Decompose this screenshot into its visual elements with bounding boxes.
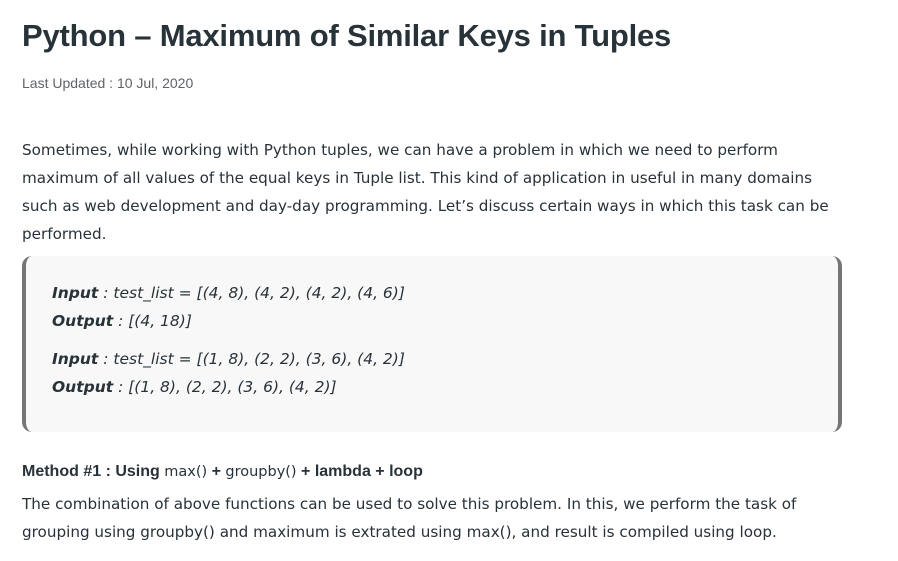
output-value: : [(1, 8), (2, 2), (3, 6), (4, 2)] [113,378,337,396]
method-heading: Method #1 : Using max() + groupby() + la… [22,463,423,481]
output-value: : [(4, 18)] [113,312,192,330]
intro-paragraph: Sometimes, while working with Python tup… [22,141,829,243]
last-updated: Last Updated : 10 Jul, 2020 [22,75,194,91]
method-description: The combination of above functions can b… [22,495,797,541]
input-value: : test_list = [(1, 8), (2, 2), (3, 6), (… [98,350,405,368]
method-heading-plus: + [207,463,226,480]
example-1-output: Output : [(4, 18)] [52,312,192,330]
output-label: Output [52,378,114,396]
input-value: : test_list = [(4, 8), (4, 2), (4, 2), (… [98,284,405,302]
method-heading-prefix: Method #1 : Using [22,463,165,480]
output-label: Output [52,312,114,330]
example-2-input: Input : test_list = [(1, 8), (2, 2), (3,… [52,350,405,368]
method-heading-suffix: + lambda + loop [296,463,423,480]
example-1-input: Input : test_list = [(4, 8), (4, 2), (4,… [52,284,405,302]
groupby-code: groupby() [225,464,297,480]
article: Python – Maximum of Similar Keys in Tupl… [0,0,898,561]
example-2-output: Output : [(1, 8), (2, 2), (3, 6), (4, 2)… [52,378,337,396]
example-block: Input : test_list = [(4, 8), (4, 2), (4,… [22,256,842,432]
input-label: Input [52,284,99,302]
page-title: Python – Maximum of Similar Keys in Tupl… [22,18,672,53]
input-label: Input [52,350,99,368]
max-code: max() [164,464,208,480]
